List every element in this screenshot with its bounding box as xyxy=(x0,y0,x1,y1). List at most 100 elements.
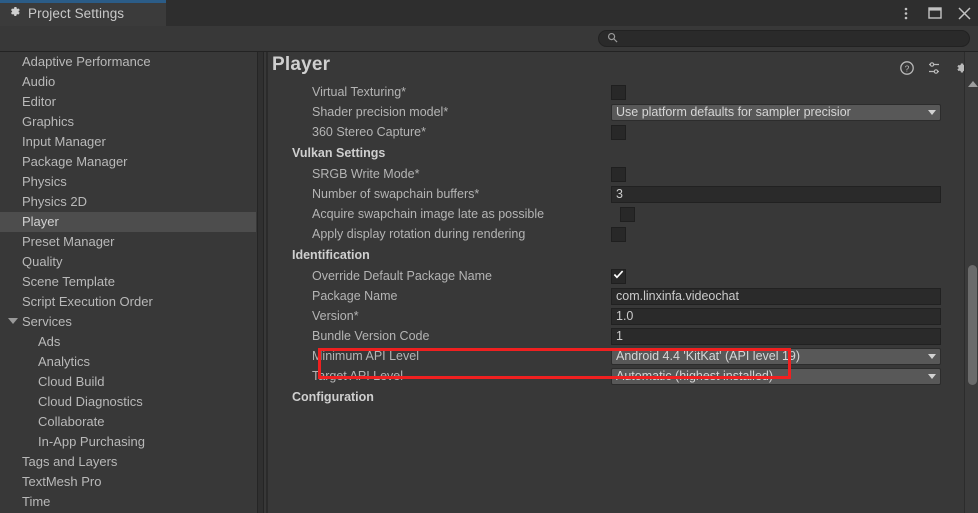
input-number-of-swapchain-buffers[interactable]: 3 xyxy=(611,185,941,203)
dropdown-minimum-api-level[interactable]: Android 4.4 'KitKat' (API level 19) xyxy=(611,347,941,365)
sidebar-item-label: Tags and Layers xyxy=(22,454,118,469)
sidebar-item-cloud-build[interactable]: Cloud Build xyxy=(0,372,256,392)
sidebar-item-collaborate[interactable]: Collaborate xyxy=(0,412,256,432)
checkmark-icon xyxy=(613,269,624,283)
sidebar-item-label: Quality xyxy=(22,254,63,269)
checkbox-acquire-swapchain-image-late-as-possible[interactable] xyxy=(620,206,635,222)
sidebar-item-tags-and-layers[interactable]: Tags and Layers xyxy=(0,452,256,472)
search-icon xyxy=(607,32,618,46)
tab-project-settings[interactable]: Project Settings xyxy=(0,0,166,26)
search-bar-row xyxy=(0,26,978,52)
sidebar-item-label: Cloud Diagnostics xyxy=(38,394,143,409)
panel-header-icons: ? xyxy=(899,60,968,75)
dropdown-value: Android 4.4 'KitKat' (API level 19) xyxy=(616,349,801,363)
panel-header: Player ? xyxy=(268,52,978,82)
sidebar-item-player[interactable]: Player xyxy=(0,212,256,232)
sidebar-item-label: In-App Purchasing xyxy=(38,434,145,449)
sidebar-item-graphics[interactable]: Graphics xyxy=(0,112,256,132)
row-label-override-default-package-name: Override Default Package Name xyxy=(312,269,492,283)
scroll-up-arrow-icon[interactable] xyxy=(968,81,978,87)
checkbox-override-default-package-name[interactable] xyxy=(611,268,626,284)
sidebar-item-editor[interactable]: Editor xyxy=(0,92,256,112)
sidebar-item-ads[interactable]: Ads xyxy=(0,332,256,352)
sidebar-item-label: TextMesh Pro xyxy=(22,474,102,489)
sidebar-item-label: Scene Template xyxy=(22,274,115,289)
sidebar-item-label: Analytics xyxy=(38,354,91,369)
row-label-package-name: Package Name xyxy=(312,289,398,303)
sidebar-item-label: Package Manager xyxy=(22,154,128,169)
chevron-down-icon[interactable] xyxy=(928,373,936,379)
dropdown-value: Automatic (highest installed) xyxy=(616,369,774,383)
sidebar-item-textmesh-pro[interactable]: TextMesh Pro xyxy=(0,472,256,492)
sidebar-item-cloud-diagnostics[interactable]: Cloud Diagnostics xyxy=(0,392,256,412)
window-controls xyxy=(898,0,972,26)
settings-row-target-api-level: Target API Level Automatic (highest insta… xyxy=(268,366,954,386)
chevron-down-icon[interactable] xyxy=(928,109,936,115)
tab-active-accent xyxy=(0,0,166,3)
more-menu-icon[interactable] xyxy=(898,5,914,21)
dropdown-shader-precision-model[interactable]: Use platform defaults for sampler precis… xyxy=(611,103,941,121)
settings-row-version: Version* 1.0 xyxy=(268,306,954,326)
sidebar-scrollbar[interactable] xyxy=(257,52,264,513)
sidebar-item-label: Script Execution Order xyxy=(22,294,153,309)
sidebar-item-script-execution-order[interactable]: Script Execution Order xyxy=(0,292,256,312)
sidebar-item-scene-template[interactable]: Scene Template xyxy=(0,272,256,292)
row-label-apply-display-rotation-during-rendering: Apply display rotation during rendering xyxy=(312,227,526,241)
sidebar-item-preset-manager[interactable]: Preset Manager xyxy=(0,232,256,252)
row-label-acquire-swapchain-image-late-as-possible: Acquire swapchain image late as possible xyxy=(312,207,545,221)
sidebar-item-label: Preset Manager xyxy=(22,234,115,249)
close-icon[interactable] xyxy=(956,5,972,21)
sidebar-item-label: Ads xyxy=(38,334,61,349)
settings-row-number-of-swapchain-buffers: Number of swapchain buffers* 3 xyxy=(268,184,954,204)
sidebar-item-physics[interactable]: Physics xyxy=(0,172,256,192)
preset-icon[interactable] xyxy=(926,60,941,75)
chevron-down-icon[interactable] xyxy=(928,353,936,359)
input-bundle-version-code[interactable]: 1 xyxy=(611,327,941,345)
settings-row-override-default-package-name: Override Default Package Name xyxy=(268,266,954,286)
sidebar-item-label: Adaptive Performance xyxy=(22,54,151,69)
svg-text:?: ? xyxy=(904,63,909,73)
sidebar-item-services[interactable]: Services xyxy=(0,312,256,332)
input-value: 1.0 xyxy=(616,309,634,323)
main-scrollbar[interactable] xyxy=(964,52,978,513)
maximize-icon[interactable] xyxy=(927,5,943,21)
sidebar-item-label: Services xyxy=(22,314,72,329)
checkbox-apply-display-rotation-during-rendering[interactable] xyxy=(611,226,626,242)
sidebar-item-label: Editor xyxy=(22,94,56,109)
sidebar-item-audio[interactable]: Audio xyxy=(0,72,256,92)
input-package-name[interactable]: com.linxinfa.videochat xyxy=(611,287,941,305)
scrollbar-thumb[interactable] xyxy=(968,265,977,385)
input-version[interactable]: 1.0 xyxy=(611,307,941,325)
sidebar-item-label: Physics xyxy=(22,174,67,189)
settings-row-acquire-swapchain-image-late-as-possible: Acquire swapchain image late as possible xyxy=(268,204,954,224)
search-input[interactable] xyxy=(598,30,970,47)
checkbox-360-stereo-capture[interactable] xyxy=(611,124,626,140)
settings-category-list[interactable]: Adaptive Performance Audio Editor Graphics I… xyxy=(0,52,256,513)
input-value: 1 xyxy=(616,329,623,343)
section-header-identification: Identification xyxy=(292,248,370,262)
row-label-bundle-version-code: Bundle Version Code xyxy=(312,329,430,343)
settings-row-srgb-write-mode: SRGB Write Mode* xyxy=(268,164,954,184)
row-label-360-stereo-capture: 360 Stereo Capture* xyxy=(312,125,426,139)
gear-icon xyxy=(8,5,21,21)
checkbox-srgb-write-mode[interactable] xyxy=(611,166,626,182)
row-label-virtual-texturing: Virtual Texturing* xyxy=(312,85,407,99)
help-icon[interactable]: ? xyxy=(899,60,914,75)
settings-row-shader-precision-model: Shader precision model* Use platform defa… xyxy=(268,102,954,122)
input-value: 3 xyxy=(616,187,623,201)
sidebar-item-physics-2d[interactable]: Physics 2D xyxy=(0,192,256,212)
sidebar-item-package-manager[interactable]: Package Manager xyxy=(0,152,256,172)
row-label-minimum-api-level: Minimum API Level xyxy=(312,349,419,363)
chevron-down-icon[interactable] xyxy=(8,318,18,324)
sidebar-item-quality[interactable]: Quality xyxy=(0,252,256,272)
sidebar-item-in-app-purchasing[interactable]: In-App Purchasing xyxy=(0,432,256,452)
tab-label: Project Settings xyxy=(28,5,125,21)
row-label-number-of-swapchain-buffers: Number of swapchain buffers* xyxy=(312,187,480,201)
dropdown-target-api-level[interactable]: Automatic (highest installed) xyxy=(611,367,941,385)
checkbox-virtual-texturing[interactable] xyxy=(611,84,626,100)
settings-row-virtual-texturing: Virtual Texturing* xyxy=(268,82,954,102)
sidebar-item-analytics[interactable]: Analytics xyxy=(0,352,256,372)
sidebar-item-time[interactable]: Time xyxy=(0,492,256,512)
sidebar-item-adaptive-performance[interactable]: Adaptive Performance xyxy=(0,52,256,72)
sidebar-item-input-manager[interactable]: Input Manager xyxy=(0,132,256,152)
